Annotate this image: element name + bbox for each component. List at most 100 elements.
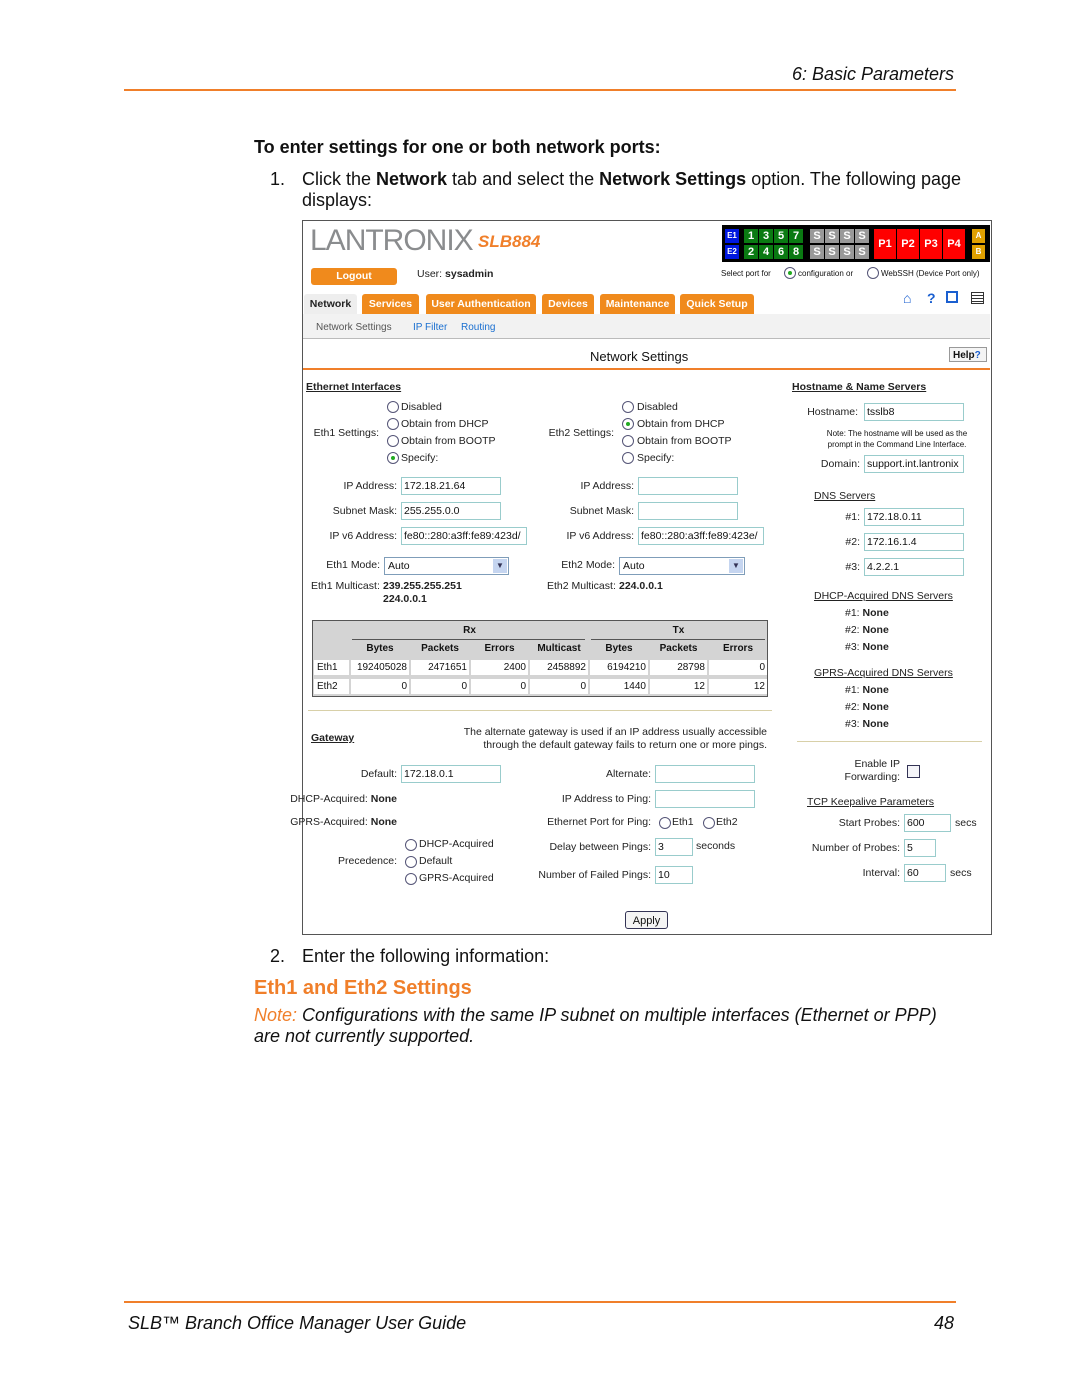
radio-label: Obtain from DHCP — [401, 418, 489, 430]
port-p1[interactable]: P1 — [874, 229, 896, 259]
dhcp-dns-1: #1: None — [845, 607, 889, 619]
eth2-multicast-value: 224.0.0.1 — [619, 580, 663, 592]
port-p2[interactable]: P2 — [897, 229, 919, 259]
port-2[interactable]: 2 — [744, 245, 758, 259]
port-p3[interactable]: P3 — [920, 229, 942, 259]
port-b[interactable]: B — [972, 245, 985, 259]
document-page: 6: Basic Parameters To enter settings fo… — [0, 0, 1080, 1397]
home-icon[interactable]: ⌂ — [903, 290, 911, 306]
eth1-disabled-radio[interactable] — [387, 401, 399, 413]
eth1-bootp-radio[interactable] — [387, 435, 399, 447]
port-a[interactable]: A — [972, 229, 985, 243]
ip-forwarding-checkbox[interactable] — [907, 765, 920, 778]
port-e1[interactable]: E1 — [725, 229, 739, 243]
dns-3-input[interactable]: 4.2.2.1 — [864, 558, 964, 576]
precedence-default-radio[interactable] — [405, 856, 417, 868]
column-header: Packets — [421, 643, 459, 654]
eth1-ipv6-input[interactable]: fe80::280:a3ff:fe89:423d/ — [401, 527, 527, 545]
eth1-specify-radio[interactable] — [387, 452, 399, 464]
step-1-text-cont: displays: — [302, 190, 373, 210]
configuration-radio[interactable] — [784, 267, 796, 279]
port-s[interactable]: S — [840, 229, 854, 243]
port-s[interactable]: S — [825, 229, 839, 243]
tab-services[interactable]: Services — [362, 294, 419, 314]
row-label: Eth2 — [314, 679, 349, 694]
apply-button[interactable]: Apply — [625, 911, 668, 929]
eth2-mode-select[interactable]: Auto ▼ — [619, 557, 745, 575]
interval-label: Interval: — [862, 867, 900, 879]
tab-maintenance[interactable]: Maintenance — [600, 294, 675, 314]
help-button[interactable]: Help? — [949, 347, 987, 362]
port-s[interactable]: S — [810, 229, 824, 243]
port-e2[interactable]: E2 — [725, 245, 739, 259]
eth1-mode-select[interactable]: Auto ▼ — [384, 557, 509, 575]
subnav-routing[interactable]: Routing — [461, 322, 495, 333]
interval-input[interactable]: 60 — [904, 864, 946, 882]
eth2-ipv6-input[interactable]: fe80::280:a3ff:fe89:423e/ — [638, 527, 764, 545]
tab-network[interactable]: Network — [304, 294, 357, 314]
subnav-ip-filter[interactable]: IP Filter — [413, 322, 447, 333]
port-1[interactable]: 1 — [744, 229, 758, 243]
eth2-specify-radio[interactable] — [622, 452, 634, 464]
eth2-dhcp-radio[interactable] — [622, 418, 634, 430]
help-icon[interactable]: ? — [927, 290, 936, 306]
eth1-ip-input[interactable]: 172.18.21.64 — [401, 477, 501, 495]
eth2-disabled-radio[interactable] — [622, 401, 634, 413]
dns-2-input[interactable]: 172.16.1.4 — [864, 533, 964, 551]
table-cell: 0 — [530, 679, 588, 694]
step-number: 2. — [270, 946, 286, 966]
eth2-ip-input[interactable] — [638, 477, 738, 495]
tab-user-authentication[interactable]: User Authentication — [426, 294, 536, 314]
port-s[interactable]: S — [840, 245, 854, 259]
hostname-input[interactable]: tsslb8 — [864, 403, 964, 421]
precedence-gprs-radio[interactable] — [405, 873, 417, 885]
eth1-multicast-value: 224.0.0.1 — [383, 593, 427, 605]
selected-value: Auto — [388, 560, 410, 572]
port-5[interactable]: 5 — [774, 229, 788, 243]
port-s[interactable]: S — [855, 229, 869, 243]
number-of-probes-input[interactable]: 5 — [904, 839, 936, 857]
port-p4[interactable]: P4 — [943, 229, 965, 259]
port-6[interactable]: 6 — [774, 245, 788, 259]
eth2-mask-input[interactable] — [638, 502, 738, 520]
port-7[interactable]: 7 — [789, 229, 803, 243]
dns-1-input[interactable]: 172.18.0.11 — [864, 508, 964, 526]
chapter-header: 6: Basic Parameters — [791, 64, 954, 84]
webssh-label: WebSSH (Device Port only) — [881, 269, 980, 278]
eth1-dhcp-radio[interactable] — [387, 418, 399, 430]
eth1-mask-input[interactable]: 255.255.0.0 — [401, 502, 501, 520]
tab-devices[interactable]: Devices — [542, 294, 594, 314]
configuration-label: configuration or — [798, 269, 854, 278]
port-8[interactable]: 8 — [789, 245, 803, 259]
webssh-radio[interactable] — [867, 267, 879, 279]
domain-input[interactable]: support.int.lantronix — [864, 455, 964, 473]
ping-eth1-radio[interactable] — [659, 817, 671, 829]
port-4[interactable]: 4 — [759, 245, 773, 259]
column-header: Bytes — [605, 643, 633, 654]
alternate-gateway-input[interactable] — [655, 765, 755, 783]
column-header: Errors — [722, 643, 753, 654]
port-s[interactable]: S — [825, 245, 839, 259]
port-s[interactable]: S — [855, 245, 869, 259]
step-1-text: Click the Network tab and select the Net… — [302, 169, 962, 189]
eth2-bootp-radio[interactable] — [622, 435, 634, 447]
tab-quick-setup[interactable]: Quick Setup — [680, 294, 754, 314]
port-s[interactable]: S — [810, 245, 824, 259]
radio-label: Specify: — [637, 452, 675, 464]
log-icon[interactable] — [971, 292, 984, 304]
table-cell: 12 — [650, 679, 707, 694]
delay-input[interactable]: 3 — [655, 838, 693, 856]
failed-pings-input[interactable]: 10 — [655, 866, 693, 884]
eth2-ipv6-label: IP v6 Address: — [566, 530, 634, 542]
hostname-heading: Hostname & Name Servers — [792, 381, 927, 393]
default-gateway-input[interactable]: 172.18.0.1 — [401, 765, 501, 783]
sitemap-icon[interactable] — [946, 291, 958, 303]
subnav-network-settings[interactable]: Network Settings — [316, 322, 392, 333]
port-3[interactable]: 3 — [759, 229, 773, 243]
logout-button[interactable]: Logout — [311, 268, 397, 285]
ping-address-input[interactable] — [655, 790, 755, 808]
eth2-settings-label: Eth2 Settings: — [548, 427, 614, 439]
ping-eth2-radio[interactable] — [703, 817, 715, 829]
start-probes-input[interactable]: 600 — [904, 814, 951, 832]
precedence-dhcp-radio[interactable] — [405, 839, 417, 851]
